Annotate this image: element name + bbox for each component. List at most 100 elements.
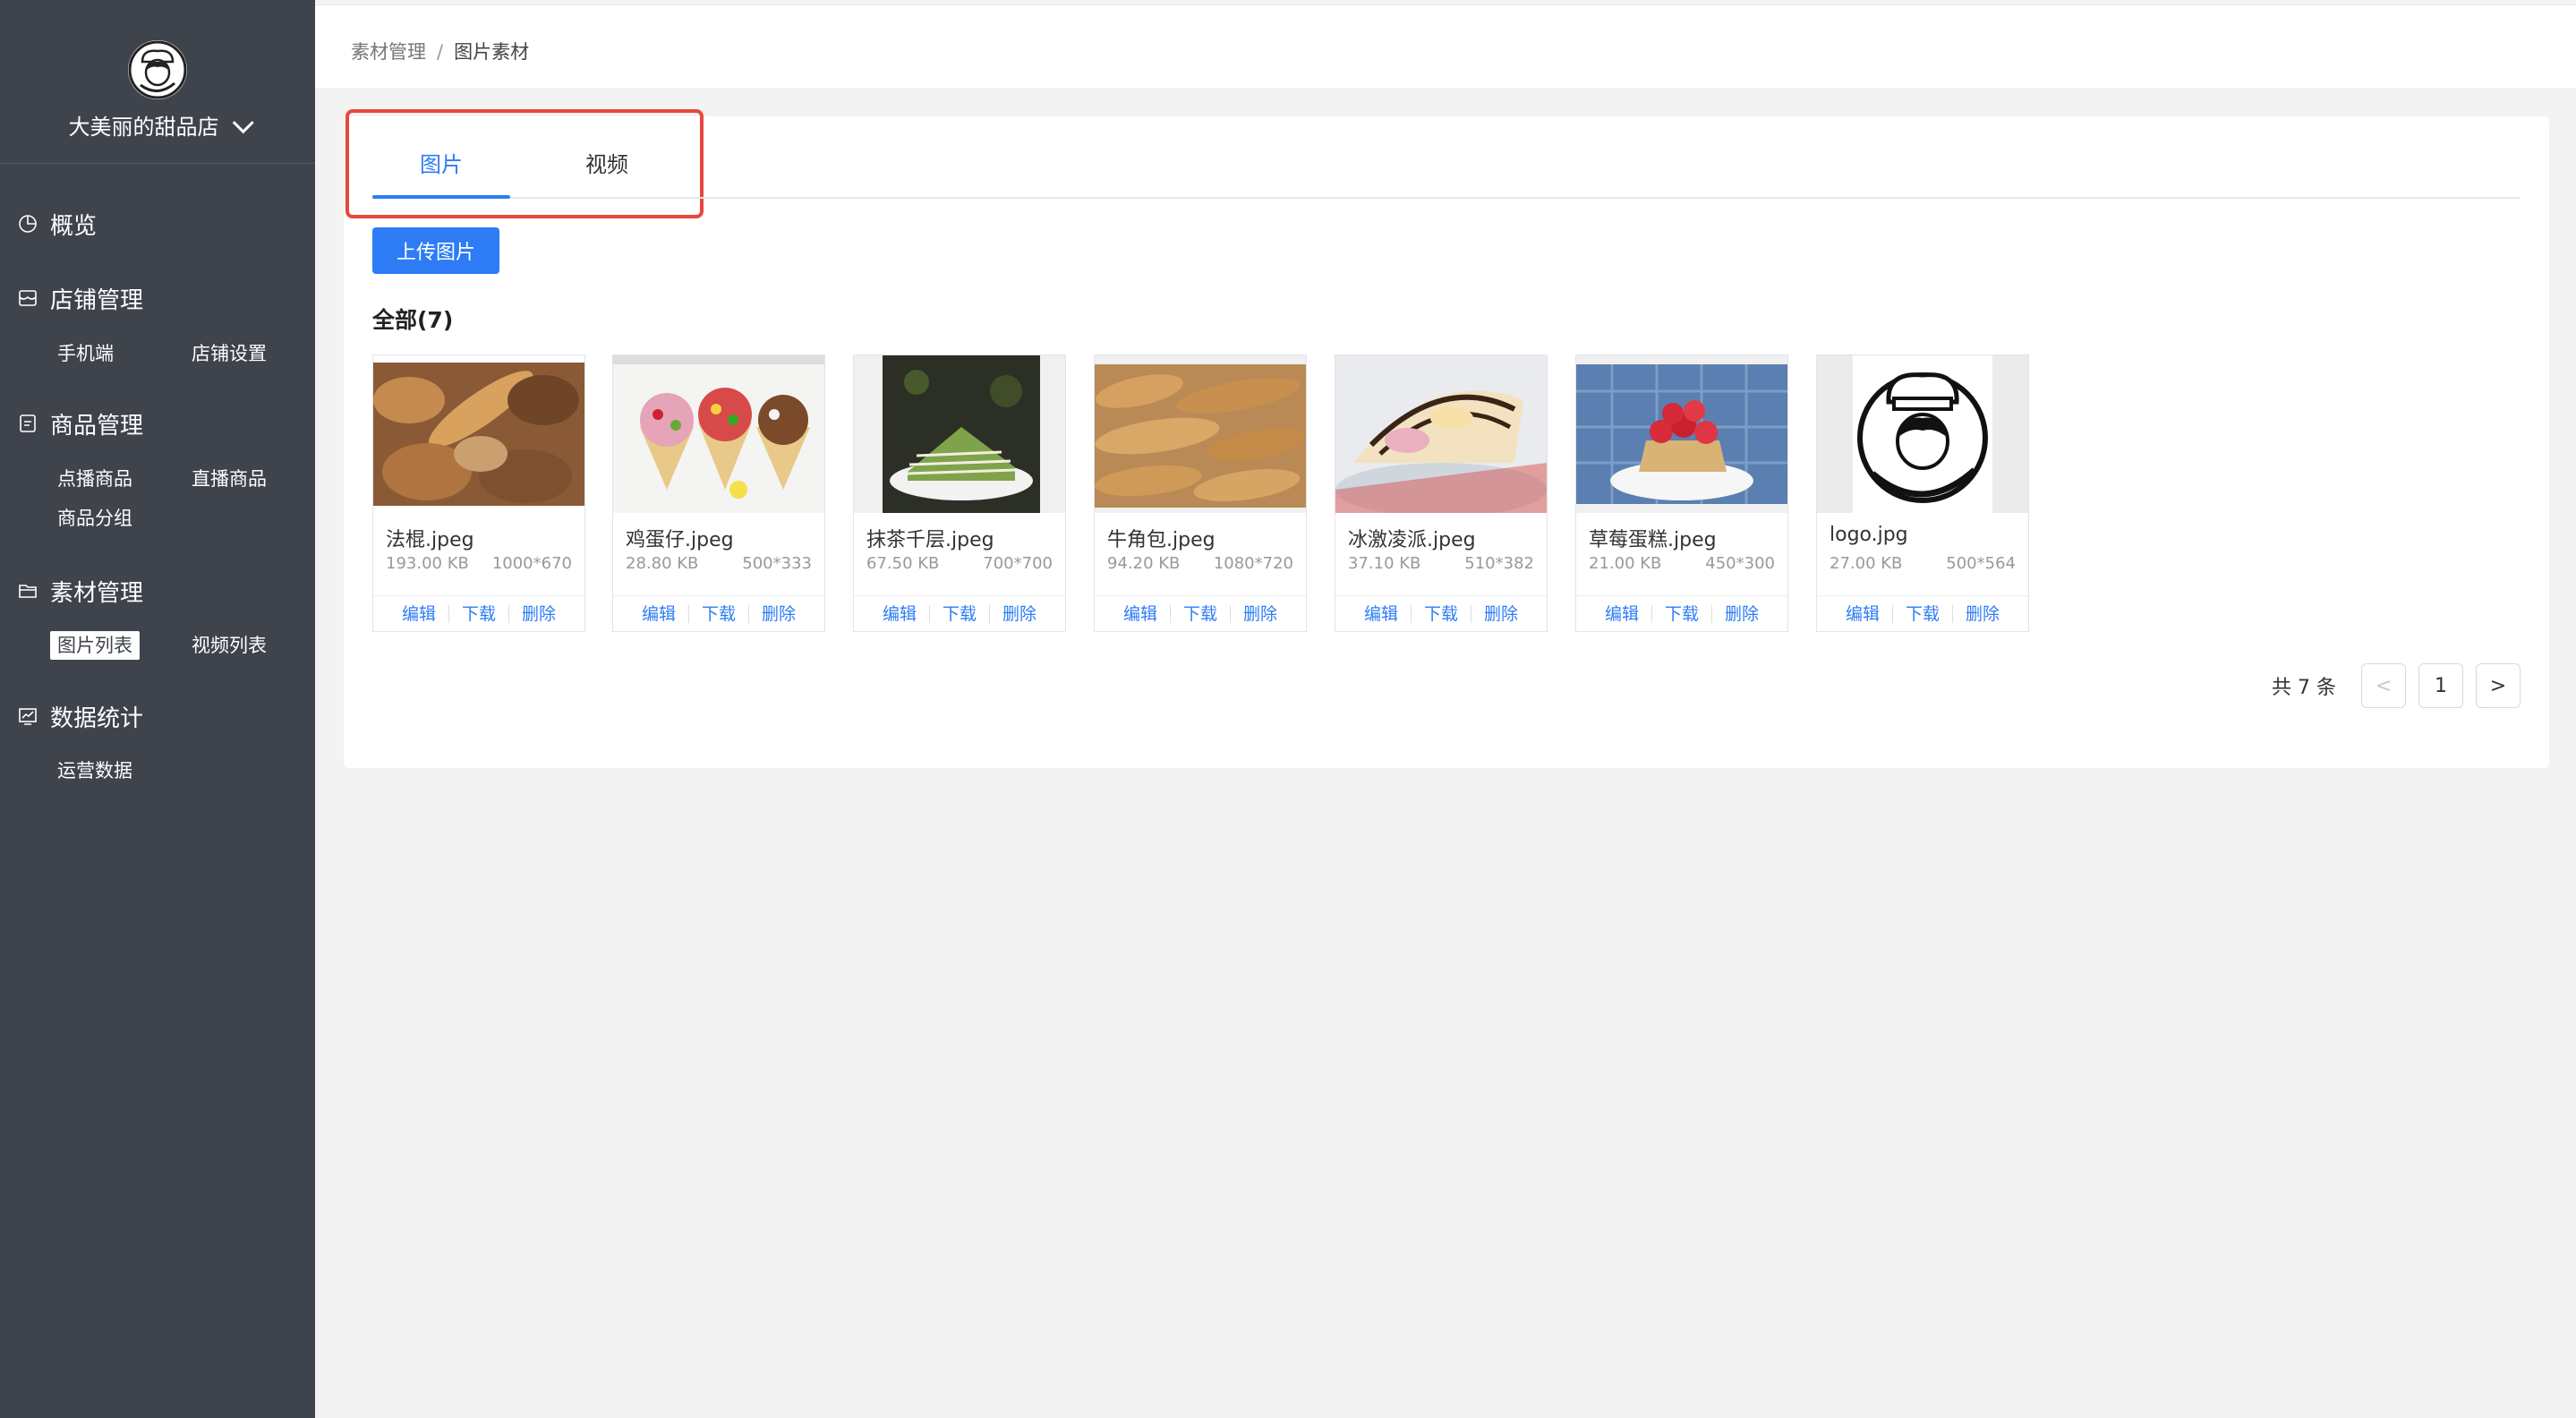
- download-button[interactable]: 下载: [1652, 605, 1712, 623]
- image-dimensions: 510*382: [1464, 554, 1534, 573]
- download-button[interactable]: 下载: [449, 605, 509, 623]
- menu-stats-label: 数据统计: [50, 705, 144, 732]
- sidebar-item-image-list[interactable]: 图片列表: [50, 631, 140, 660]
- image-name: 草莓蛋糕.jpeg: [1589, 529, 1717, 551]
- tab-videos[interactable]: 视频: [544, 147, 670, 183]
- chart-icon: [19, 708, 37, 725]
- material-card: 图片 视频 上传图片 全部(7) 法棍.jpeg 193.00 KB 1000*…: [344, 109, 2549, 768]
- menu-store[interactable]: 店铺管理: [18, 283, 143, 314]
- image-name: 抹茶千层.jpeg: [866, 529, 994, 551]
- image-dimensions: 1000*670: [491, 554, 572, 573]
- image-dimensions: 500*564: [1946, 554, 2016, 573]
- breadcrumb-separator: /: [437, 41, 444, 63]
- folder-icon: [19, 585, 37, 598]
- image-card[interactable]: 鸡蛋仔.jpeg 28.80 KB 500*333 编辑 下载 删除: [612, 354, 825, 632]
- delete-button[interactable]: 删除: [749, 605, 808, 623]
- page-number-button[interactable]: 1: [2418, 663, 2463, 708]
- image-name: 冰激凌派.jpeg: [1348, 529, 1476, 551]
- tab-images[interactable]: 图片: [372, 147, 510, 183]
- image-size: 37.10 KB: [1348, 554, 1421, 573]
- menu-goods[interactable]: 商品管理: [18, 408, 144, 440]
- download-button[interactable]: 下载: [1893, 605, 1953, 623]
- image-thumbnail[interactable]: [1576, 355, 1787, 513]
- shop-logo[interactable]: [128, 40, 187, 99]
- prev-page-button[interactable]: <: [2361, 663, 2406, 708]
- image-dimensions: 700*700: [983, 554, 1053, 573]
- delete-button[interactable]: 删除: [1953, 605, 2012, 623]
- shop-switcher[interactable]: 大美丽的甜品店: [0, 109, 315, 141]
- download-button[interactable]: 下载: [930, 605, 990, 623]
- delete-button[interactable]: 删除: [990, 605, 1049, 623]
- edit-button[interactable]: 编辑: [629, 605, 689, 623]
- image-size: 27.00 KB: [1830, 554, 1903, 573]
- image-card[interactable]: 牛角包.jpeg 94.20 KB 1080*720 编辑 下载 删除: [1094, 354, 1307, 632]
- image-thumbnail[interactable]: [613, 355, 824, 513]
- image-card[interactable]: 冰激凌派.jpeg 37.10 KB 510*382 编辑 下载 删除: [1335, 354, 1548, 632]
- sidebar-item-mobile[interactable]: 手机端: [57, 340, 114, 367]
- image-thumbnail[interactable]: [1817, 355, 2028, 513]
- sidebar: 大美丽的甜品店 概览 店铺管理 手机端 店铺设置 商品管理 点播商品 直播商品 …: [0, 0, 315, 1418]
- image-dimensions: 500*333: [742, 554, 812, 573]
- image-name: 牛角包.jpeg: [1107, 529, 1215, 551]
- sidebar-item-vod-goods[interactable]: 点播商品: [57, 466, 132, 492]
- image-actions: 编辑 下载 删除: [1817, 595, 2028, 632]
- download-button[interactable]: 下载: [1171, 605, 1231, 623]
- image-actions: 编辑 下载 删除: [1335, 595, 1547, 632]
- download-button[interactable]: 下载: [1412, 605, 1471, 623]
- image-thumbnail[interactable]: [1335, 355, 1547, 513]
- sidebar-item-store-settings[interactable]: 店铺设置: [192, 340, 267, 367]
- store-icon: [19, 290, 37, 306]
- menu-overview[interactable]: 概览: [18, 209, 98, 240]
- sidebar-item-video-list[interactable]: 视频列表: [192, 632, 267, 659]
- image-card[interactable]: logo.jpg 27.00 KB 500*564 编辑 下载 删除: [1816, 354, 2029, 632]
- image-dimensions: 450*300: [1705, 554, 1775, 573]
- menu-materials-label: 素材管理: [50, 579, 144, 607]
- image-actions: 编辑 下载 删除: [613, 595, 824, 632]
- image-size: 28.80 KB: [626, 554, 699, 573]
- pagination: 共 7 条 < 1 >: [2272, 662, 2521, 709]
- chevron-down-icon: [232, 112, 254, 134]
- edit-button[interactable]: 编辑: [1833, 605, 1893, 623]
- image-card[interactable]: 草莓蛋糕.jpeg 21.00 KB 450*300 编辑 下载 删除: [1575, 354, 1788, 632]
- image-card[interactable]: 抹茶千层.jpeg 67.50 KB 700*700 编辑 下载 删除: [853, 354, 1066, 632]
- image-actions: 编辑 下载 删除: [373, 595, 584, 632]
- image-size: 193.00 KB: [386, 554, 469, 573]
- sidebar-item-operation-data[interactable]: 运营数据: [57, 757, 132, 784]
- download-button[interactable]: 下载: [689, 605, 749, 623]
- breadcrumb-current: 图片素材: [454, 41, 530, 63]
- image-thumbnail[interactable]: [373, 355, 584, 513]
- next-page-button[interactable]: >: [2476, 663, 2521, 708]
- pie-chart-icon: [19, 215, 37, 233]
- image-size: 94.20 KB: [1107, 554, 1181, 573]
- sidebar-item-goods-groups[interactable]: 商品分组: [57, 505, 132, 532]
- image-name: 鸡蛋仔.jpeg: [626, 529, 734, 551]
- menu-stats[interactable]: 数据统计: [18, 701, 144, 732]
- edit-button[interactable]: 编辑: [1111, 605, 1171, 623]
- edit-button[interactable]: 编辑: [1352, 605, 1412, 623]
- tabs-divider: [372, 197, 2521, 199]
- breadcrumb-parent[interactable]: 素材管理: [351, 41, 426, 63]
- edit-button[interactable]: 编辑: [1592, 605, 1652, 623]
- edit-button[interactable]: 编辑: [870, 605, 930, 623]
- menu-goods-label: 商品管理: [50, 412, 144, 440]
- image-card[interactable]: 法棍.jpeg 193.00 KB 1000*670 编辑 下载 删除: [372, 354, 585, 632]
- image-size: 67.50 KB: [866, 554, 940, 573]
- menu-overview-label: 概览: [50, 212, 98, 240]
- edit-button[interactable]: 编辑: [389, 605, 449, 623]
- delete-button[interactable]: 删除: [1471, 605, 1531, 623]
- clipboard-icon: [20, 414, 36, 432]
- image-thumbnail[interactable]: [1095, 355, 1306, 513]
- delete-button[interactable]: 删除: [1712, 605, 1771, 623]
- image-size: 21.00 KB: [1589, 554, 1662, 573]
- shop-name: 大美丽的甜品店: [68, 115, 219, 140]
- image-thumbnail[interactable]: [854, 355, 1065, 513]
- tab-active-indicator: [372, 195, 510, 199]
- delete-button[interactable]: 删除: [1231, 605, 1290, 623]
- delete-button[interactable]: 删除: [509, 605, 568, 623]
- upload-image-button[interactable]: 上传图片: [372, 227, 499, 274]
- menu-materials[interactable]: 素材管理: [18, 576, 144, 607]
- image-dimensions: 1080*720: [1213, 554, 1293, 573]
- sidebar-item-live-goods[interactable]: 直播商品: [192, 466, 267, 492]
- image-name: 法棍.jpeg: [386, 529, 474, 551]
- pagination-total: 共 7 条: [2272, 677, 2336, 699]
